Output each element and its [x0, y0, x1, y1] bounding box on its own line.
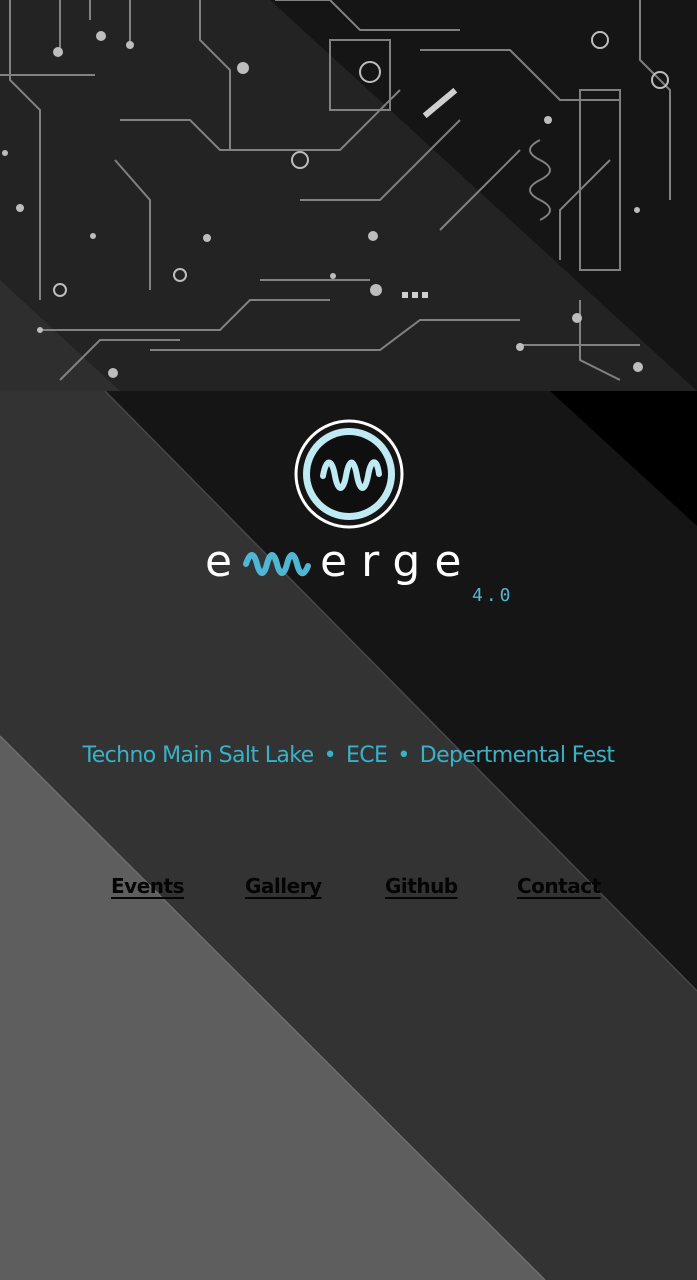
tagline-department: ECE [345, 743, 388, 768]
wave-m-icon [243, 552, 311, 577]
emerge-wordmark: e erge [200, 530, 500, 620]
tagline-college: Techno Main Salt Lake [82, 743, 315, 768]
nav-link-github[interactable]: Github [385, 874, 458, 898]
main-nav: Events Gallery Github Contact [0, 874, 697, 906]
tagline-separator: • [323, 743, 337, 768]
wave-circle-logo-icon [293, 418, 405, 530]
wordmark-part-e: e [205, 536, 232, 587]
tagline: Techno Main Salt Lake • ECE • Depertmental F… [0, 743, 697, 768]
version-label: 4.0 [472, 585, 514, 606]
wordmark-part-erge: erge [320, 536, 475, 587]
nav-link-contact[interactable]: Contact [517, 874, 601, 898]
nav-link-events[interactable]: Events [111, 874, 184, 898]
nav-link-gallery[interactable]: Gallery [245, 874, 322, 898]
tagline-event: Depertmental Fest [419, 743, 615, 768]
circuit-hero-image [0, 0, 697, 391]
tagline-separator: • [397, 743, 410, 768]
